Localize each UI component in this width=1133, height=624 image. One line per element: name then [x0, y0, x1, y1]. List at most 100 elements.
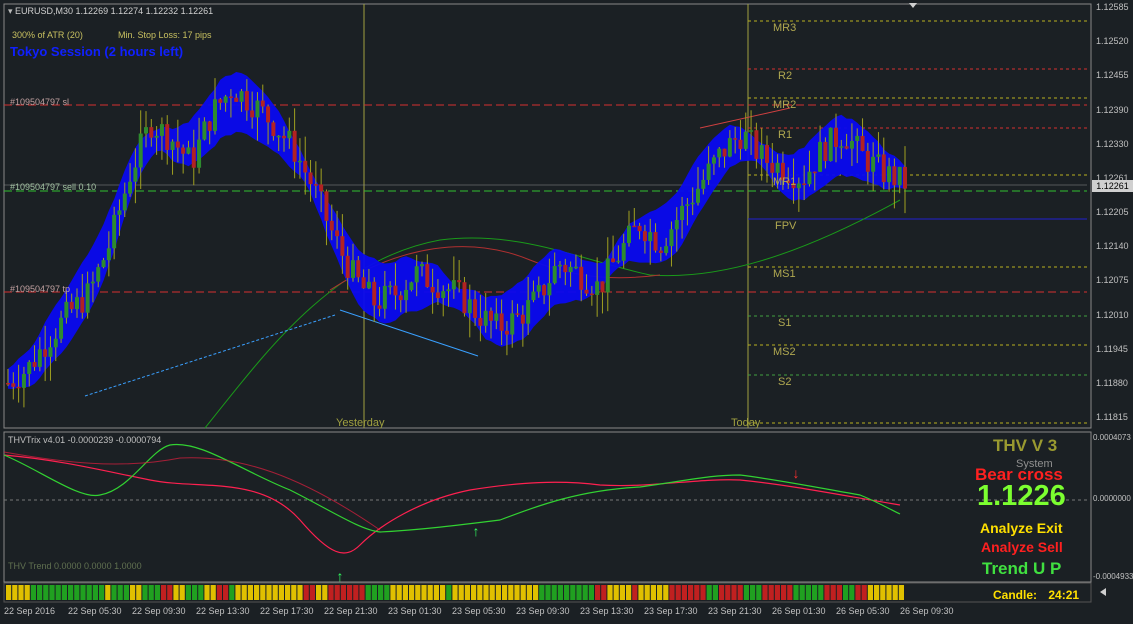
candle-body — [69, 301, 74, 310]
trend-block — [210, 585, 216, 600]
trend-block — [440, 585, 446, 600]
trend-block — [588, 585, 594, 600]
candle-body — [117, 210, 122, 215]
trend-block — [787, 585, 793, 600]
trend-block — [694, 585, 700, 600]
candle-body — [181, 147, 186, 154]
time-tick: 22 Sep 13:30 — [196, 606, 250, 616]
trend-block — [384, 585, 390, 600]
cloud-band-shape — [8, 72, 905, 389]
trend-block — [378, 585, 384, 600]
candle-body — [80, 297, 85, 313]
trend-block — [365, 585, 371, 600]
candle-body — [218, 99, 223, 103]
trend-block — [347, 585, 353, 600]
candle-body — [59, 317, 64, 339]
trend-block — [136, 585, 142, 600]
candle-body — [441, 291, 446, 299]
trend-block — [508, 585, 514, 600]
price-tick: 1.12585 — [1096, 2, 1129, 12]
sl-label[interactable]: #109504797 sl — [10, 97, 69, 107]
candle-body — [138, 133, 143, 168]
candle-body — [515, 313, 520, 315]
trend-block — [247, 585, 253, 600]
candle-body — [600, 281, 605, 293]
trend-block — [836, 585, 842, 600]
candle-body — [568, 266, 573, 273]
candle-body — [611, 258, 616, 263]
trend-block — [464, 585, 470, 600]
sell-label[interactable]: #109504797 sell 0.10 — [10, 182, 96, 192]
candle-body — [297, 160, 302, 163]
candle-body — [881, 154, 886, 183]
candle-body — [324, 191, 329, 221]
candle-body — [282, 135, 286, 139]
candle-body — [425, 264, 430, 287]
chart-menu-icon[interactable]: ▾ — [8, 6, 15, 16]
trend-block — [61, 585, 67, 600]
candle-body — [462, 282, 467, 314]
atr-text: 300% of ATR (20) — [12, 30, 83, 40]
chart-window[interactable]: ↑ ↑ ↓ ▾ EURUSD,M30 1.12269 1.12274 1.122… — [0, 0, 1133, 624]
trend-block — [601, 585, 607, 600]
trend-block — [533, 585, 539, 600]
trend-block — [297, 585, 303, 600]
candle-body — [616, 260, 621, 263]
trend-block — [867, 585, 873, 600]
candle-body — [690, 202, 695, 205]
candle-body — [653, 232, 658, 251]
main-chart-frame — [3, 3, 1092, 429]
trend-block — [12, 585, 18, 600]
time-tick: 23 Sep 09:30 — [516, 606, 570, 616]
trend-block — [359, 585, 365, 600]
time-axis[interactable]: 22 Sep 2016 22 Sep 05:30 22 Sep 09:30 22 Se… — [0, 604, 1133, 624]
chart-shift-icon[interactable] — [909, 3, 917, 8]
chart-canvas[interactable]: ↑ ↑ ↓ — [0, 0, 1133, 624]
candle-body — [420, 264, 424, 267]
time-tick: 26 Sep 09:30 — [900, 606, 954, 616]
trend-block — [303, 585, 309, 600]
trend-block — [489, 585, 495, 600]
trend-block — [161, 585, 167, 600]
trend-block — [353, 585, 359, 600]
price-tick: 1.12390 — [1096, 104, 1129, 115]
trend-block — [179, 585, 185, 600]
candle-body — [165, 124, 170, 150]
candle-body — [467, 299, 472, 314]
candle-body — [658, 250, 663, 253]
candle-body — [122, 193, 127, 211]
time-tick: 22 Sep 05:30 — [68, 606, 122, 616]
trend-block — [477, 585, 483, 600]
today-label: Today — [731, 417, 761, 429]
candle-body — [106, 248, 111, 261]
trend-block — [328, 585, 334, 600]
candle-body — [722, 148, 727, 157]
candle-body — [101, 260, 106, 268]
tp-label[interactable]: #109504797 tp — [10, 284, 70, 294]
trend-block — [105, 585, 111, 600]
trend-block — [235, 585, 241, 600]
candle-body — [903, 166, 907, 189]
trend-block — [123, 585, 129, 600]
panel-trend: Trend U P — [982, 559, 1062, 578]
trend-block — [371, 585, 377, 600]
candle-body — [552, 265, 557, 284]
pivot-fpv: FPV — [775, 220, 797, 232]
indicator-tick-bottom: -0.0004933 — [1093, 572, 1133, 581]
pivot-mr1: MR1 — [773, 176, 797, 188]
trendline-upper — [699, 107, 791, 129]
trend-block — [272, 585, 278, 600]
pivot-s2: S2 — [778, 376, 792, 388]
trend-block — [458, 585, 464, 600]
price-axis[interactable]: 1.12585 1.12520 1.12455 1.12390 1.12330 1.122… — [1092, 0, 1133, 430]
trend-block — [607, 585, 613, 600]
scroll-left-icon[interactable] — [1100, 588, 1106, 596]
trend-block — [316, 585, 322, 600]
pivot-ms2: MS2 — [773, 346, 796, 358]
trend-block — [148, 585, 154, 600]
trend-block — [855, 585, 861, 600]
candle-body — [696, 188, 700, 203]
trend-block — [49, 585, 55, 600]
pivot-mr3: MR3 — [773, 22, 797, 34]
trend-block — [880, 585, 886, 600]
